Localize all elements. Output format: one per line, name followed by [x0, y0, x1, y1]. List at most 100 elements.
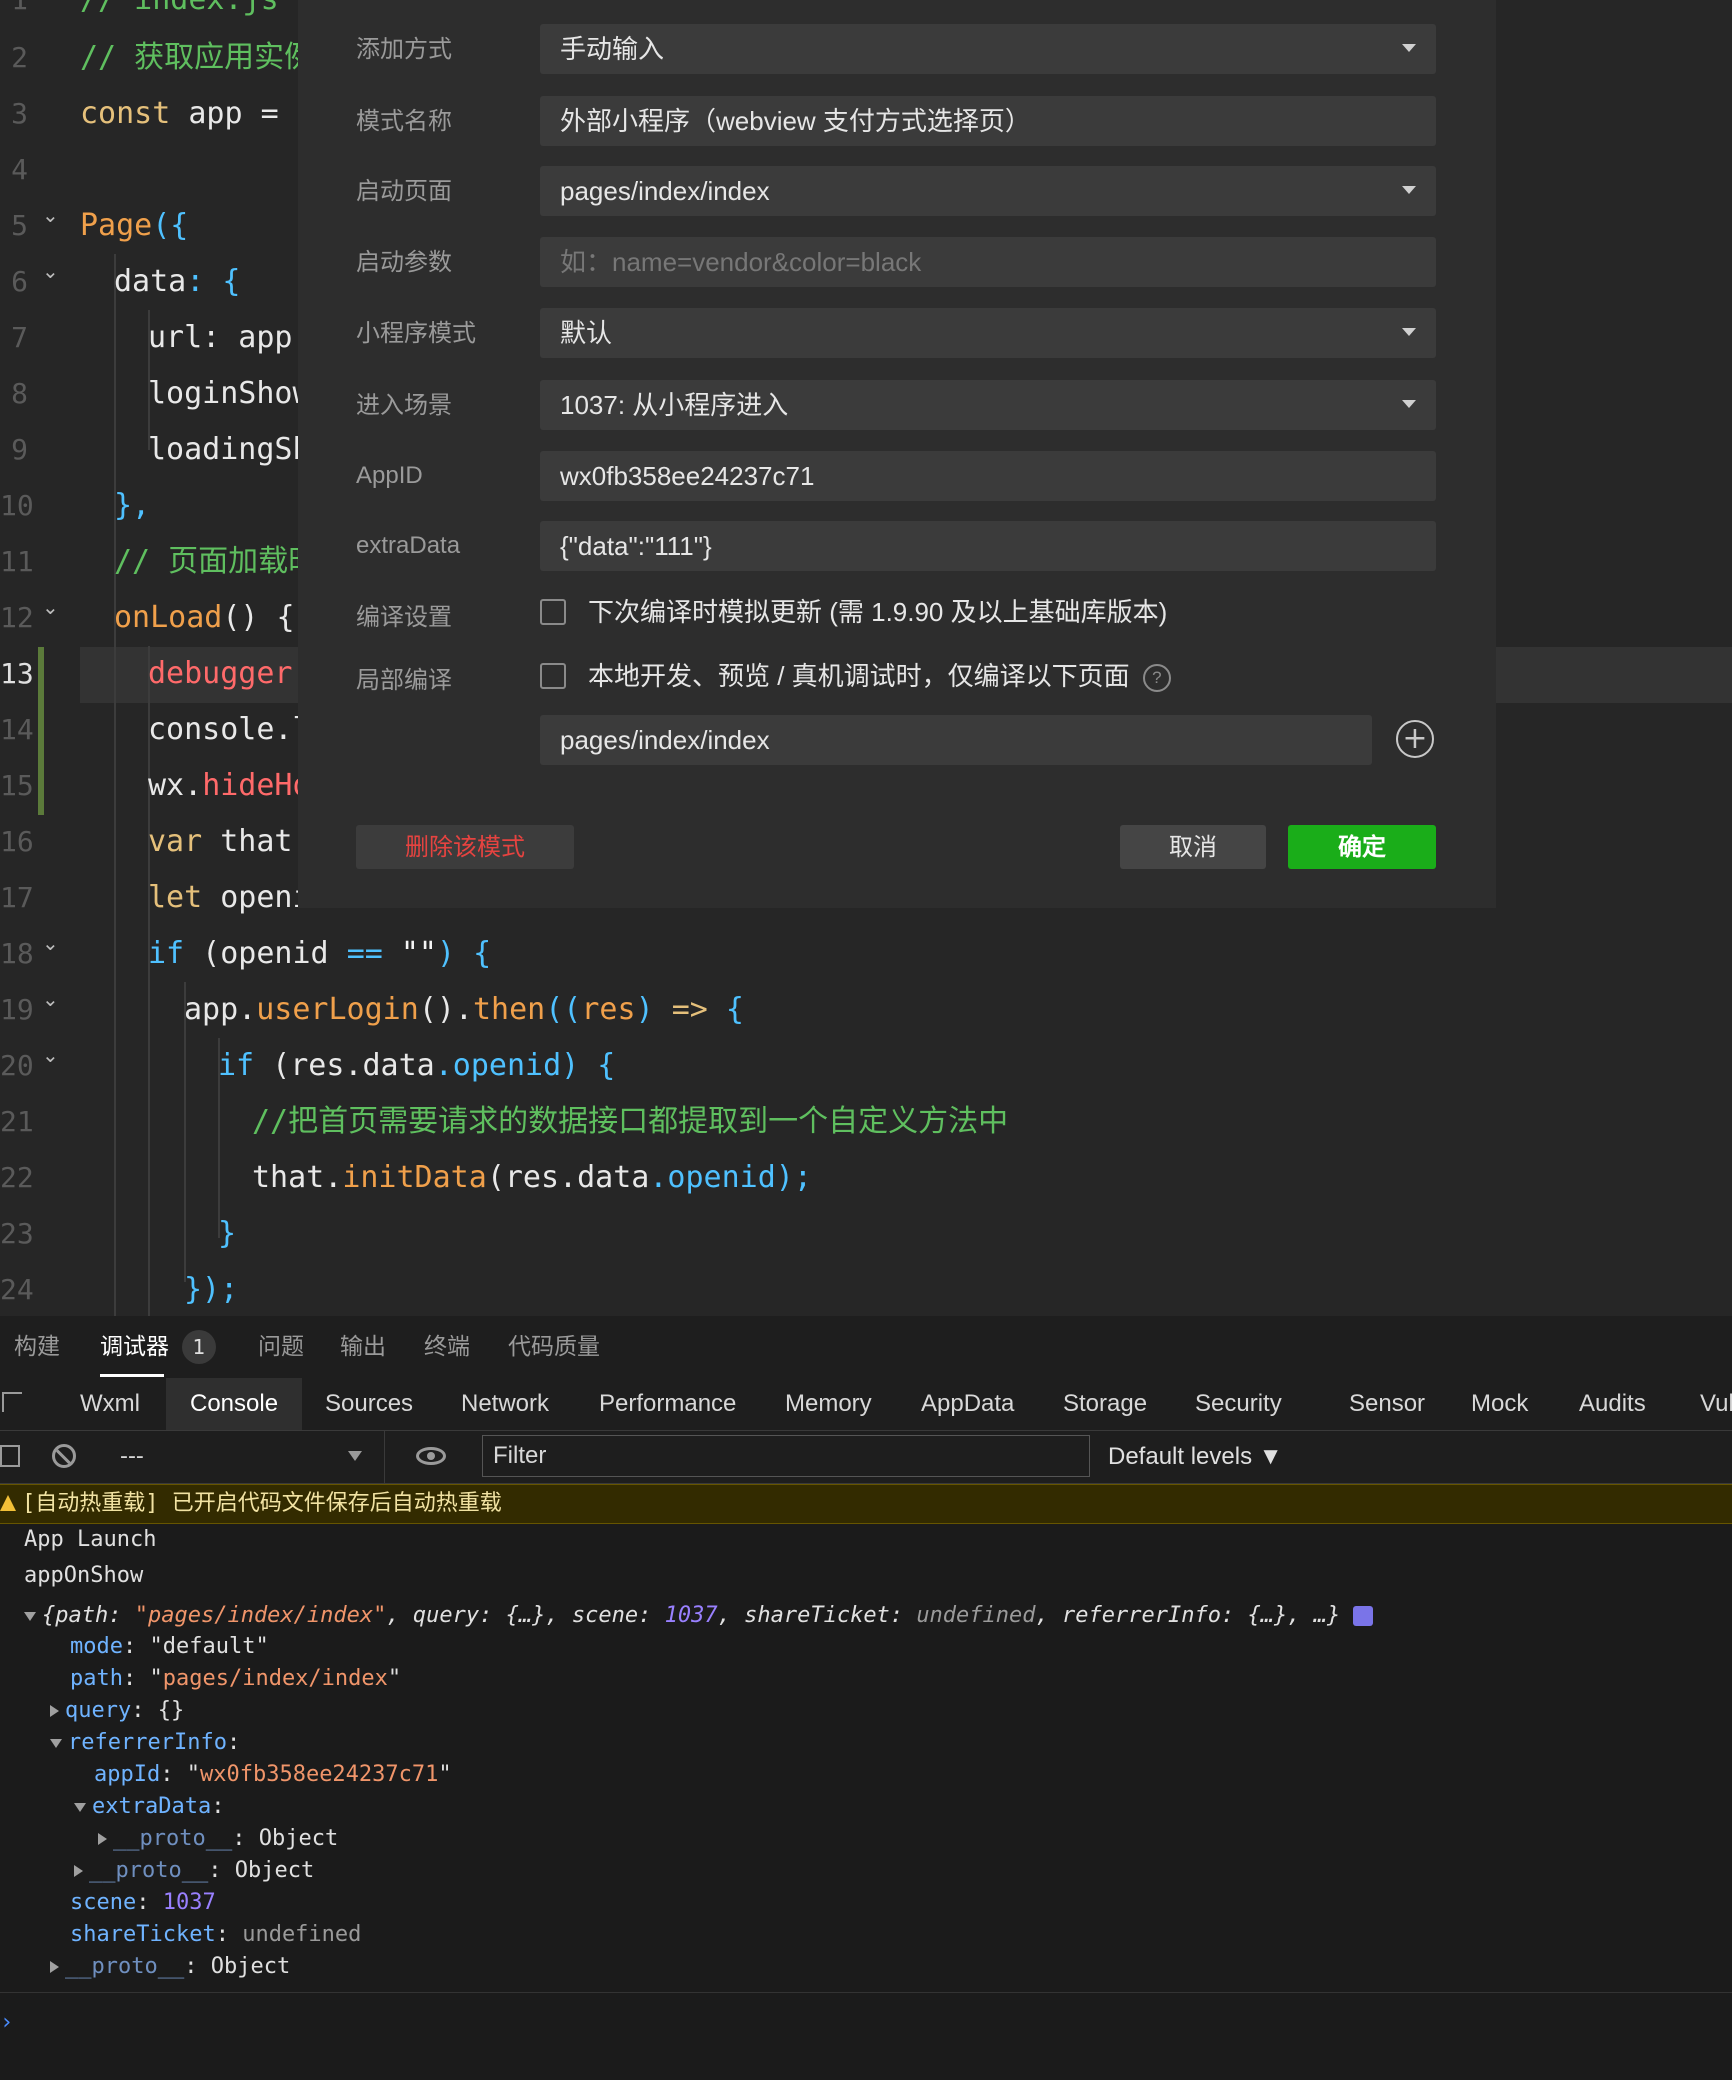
code-line: }); — [184, 1272, 239, 1307]
object-prop-proto[interactable]: __proto__: Object — [98, 1823, 338, 1855]
log-levels-select[interactable]: Default levels ▼ — [1108, 1431, 1283, 1483]
fold-chevron-icon[interactable]: ⌄ — [42, 596, 64, 618]
code-line: loginShow — [148, 376, 311, 411]
git-change-bar — [38, 647, 44, 815]
code-line: data: { — [114, 264, 241, 299]
line-number: 4 — [11, 153, 28, 186]
start-page-select[interactable]: pages/index/index — [540, 166, 1436, 216]
line-number: 5 — [11, 209, 28, 242]
extradata-input[interactable]: {"data":"111"} — [540, 521, 1436, 571]
code-line: // 页面加载时 — [114, 544, 319, 579]
tab-output[interactable]: 输出 — [340, 1316, 386, 1378]
filter-input[interactable]: Filter — [482, 1435, 1090, 1477]
start-params-input[interactable]: 如：name=vendor&color=black — [540, 237, 1436, 287]
tab-memory[interactable]: Memory — [785, 1378, 872, 1430]
object-prop-mode: mode: "default" — [70, 1634, 269, 1659]
simulate-update-checkbox[interactable] — [540, 599, 566, 625]
inspect-element-icon[interactable] — [2, 1392, 22, 1412]
expand-triangle-icon[interactable] — [98, 1833, 107, 1845]
mp-mode-select[interactable]: 默认 — [540, 308, 1436, 358]
add-mode-select[interactable]: 手动输入 — [540, 24, 1436, 74]
tab-network[interactable]: Network — [461, 1378, 549, 1430]
tab-console[interactable]: Console — [166, 1378, 303, 1430]
help-question-icon[interactable]: ? — [1142, 664, 1171, 693]
tab-vulnerability[interactable]: Vul — [1700, 1378, 1732, 1430]
caret-down-icon — [1402, 186, 1416, 194]
object-prop-extradata[interactable]: extraData: — [74, 1791, 224, 1823]
tab-terminal[interactable]: 终端 — [424, 1316, 470, 1378]
tab-debugger[interactable]: 调试器 — [100, 1316, 169, 1378]
tab-build[interactable]: 构建 — [14, 1316, 60, 1378]
expand-triangle-icon[interactable] — [74, 1802, 86, 1812]
appid-input[interactable]: wx0fb358ee24237c71 — [540, 451, 1436, 501]
context-select[interactable]: --- — [104, 1431, 385, 1483]
line-number: 11 — [0, 545, 34, 578]
object-prop-proto[interactable]: __proto__: Object — [50, 1951, 290, 1983]
line-number: 23 — [0, 1217, 34, 1250]
clear-console-icon[interactable] — [52, 1444, 76, 1468]
partial-compile-label: 局部编译 — [356, 666, 452, 694]
delete-mode-button[interactable]: 删除该模式 — [356, 825, 574, 869]
tab-appdata[interactable]: AppData — [921, 1378, 1014, 1430]
mode-name-input[interactable]: 外部小程序（webview 支付方式选择页） — [540, 96, 1436, 146]
tab-mock[interactable]: Mock — [1471, 1378, 1528, 1430]
panel-tab-bar: 构建 调试器 1 问题 输出 终端 代码质量 — [0, 1316, 1732, 1379]
line-number: 14 — [0, 713, 34, 746]
tab-storage[interactable]: Storage — [1063, 1378, 1147, 1430]
tab-underline — [100, 1374, 164, 1377]
line-number: 10 — [0, 489, 34, 522]
object-prop-path: path: "pages/index/index" — [70, 1666, 402, 1691]
debugger-count-badge: 1 — [182, 1330, 216, 1364]
scene-label: 进入场景 — [356, 391, 452, 419]
code-line: //把首页需要请求的数据接口都提取到一个自定义方法中 — [252, 1104, 1009, 1139]
tab-performance[interactable]: Performance — [599, 1378, 736, 1430]
line-number: 8 — [11, 377, 28, 410]
console-warning-row: [自动热重载] 已开启代码文件保存后自动热重载 — [0, 1484, 1732, 1524]
code-line: debugger — [148, 656, 293, 691]
line-number: 12 — [0, 601, 34, 634]
warning-triangle-icon — [0, 1495, 16, 1511]
tab-code-quality[interactable]: 代码质量 — [508, 1316, 600, 1378]
tab-audits[interactable]: Audits — [1579, 1378, 1646, 1430]
fold-chevron-icon[interactable]: ⌄ — [42, 1044, 64, 1066]
cancel-button[interactable]: 取消 — [1120, 825, 1266, 869]
partial-compile-checkbox[interactable] — [540, 663, 566, 689]
mode-name-label: 模式名称 — [356, 107, 452, 135]
expand-triangle-icon[interactable] — [50, 1961, 59, 1973]
object-prop-shareticket: shareTicket: undefined — [70, 1922, 362, 1947]
mp-mode-label: 小程序模式 — [356, 319, 476, 347]
confirm-button[interactable]: 确定 — [1288, 825, 1436, 869]
compile-mode-dialog: 添加方式 手动输入 模式名称 外部小程序（webview 支付方式选择页） 启动… — [298, 0, 1496, 908]
fold-chevron-icon[interactable]: ⌄ — [42, 204, 64, 226]
console-prompt-input[interactable]: › — [0, 1996, 1732, 2056]
fold-chevron-icon[interactable]: ⌄ — [42, 260, 64, 282]
code-line: // 获取应用实例 — [80, 40, 315, 75]
line-number: 22 — [0, 1161, 34, 1194]
tab-sensor[interactable]: Sensor — [1349, 1378, 1425, 1430]
start-page-label: 启动页面 — [356, 177, 452, 205]
partial-page-input[interactable]: pages/index/index — [540, 715, 1372, 765]
tab-issues[interactable]: 问题 — [258, 1316, 304, 1378]
sidebar-toggle-icon[interactable] — [0, 1445, 20, 1467]
add-circle-icon[interactable]: + — [1396, 720, 1434, 758]
tab-sources[interactable]: Sources — [325, 1378, 413, 1430]
object-prop-referrerinfo[interactable]: referrerInfo: — [50, 1727, 240, 1759]
info-badge-icon — [1353, 1606, 1374, 1626]
line-number: 7 — [11, 321, 28, 354]
expand-triangle-icon[interactable] — [74, 1865, 83, 1877]
line-number: 3 — [11, 97, 28, 130]
console-object-summary[interactable]: {path: "pages/index/index", query: {…}, … — [24, 1600, 1374, 1632]
expand-triangle-icon[interactable] — [50, 1705, 59, 1717]
tab-wxml[interactable]: Wxml — [80, 1378, 140, 1430]
caret-down-icon — [348, 1451, 362, 1461]
expand-triangle-icon[interactable] — [24, 1611, 36, 1621]
eye-icon[interactable] — [416, 1447, 446, 1465]
object-prop-query[interactable]: query: {} — [50, 1695, 184, 1727]
scene-select[interactable]: 1037: 从小程序进入 — [540, 380, 1436, 430]
console-output: [自动热重载] 已开启代码文件保存后自动热重载 App Launch appOn… — [0, 1484, 1732, 2080]
tab-security[interactable]: Security — [1195, 1378, 1282, 1430]
expand-triangle-icon[interactable] — [50, 1738, 62, 1748]
fold-chevron-icon[interactable]: ⌄ — [42, 988, 64, 1010]
object-prop-proto[interactable]: __proto__: Object — [74, 1855, 314, 1887]
fold-chevron-icon[interactable]: ⌄ — [42, 932, 64, 954]
